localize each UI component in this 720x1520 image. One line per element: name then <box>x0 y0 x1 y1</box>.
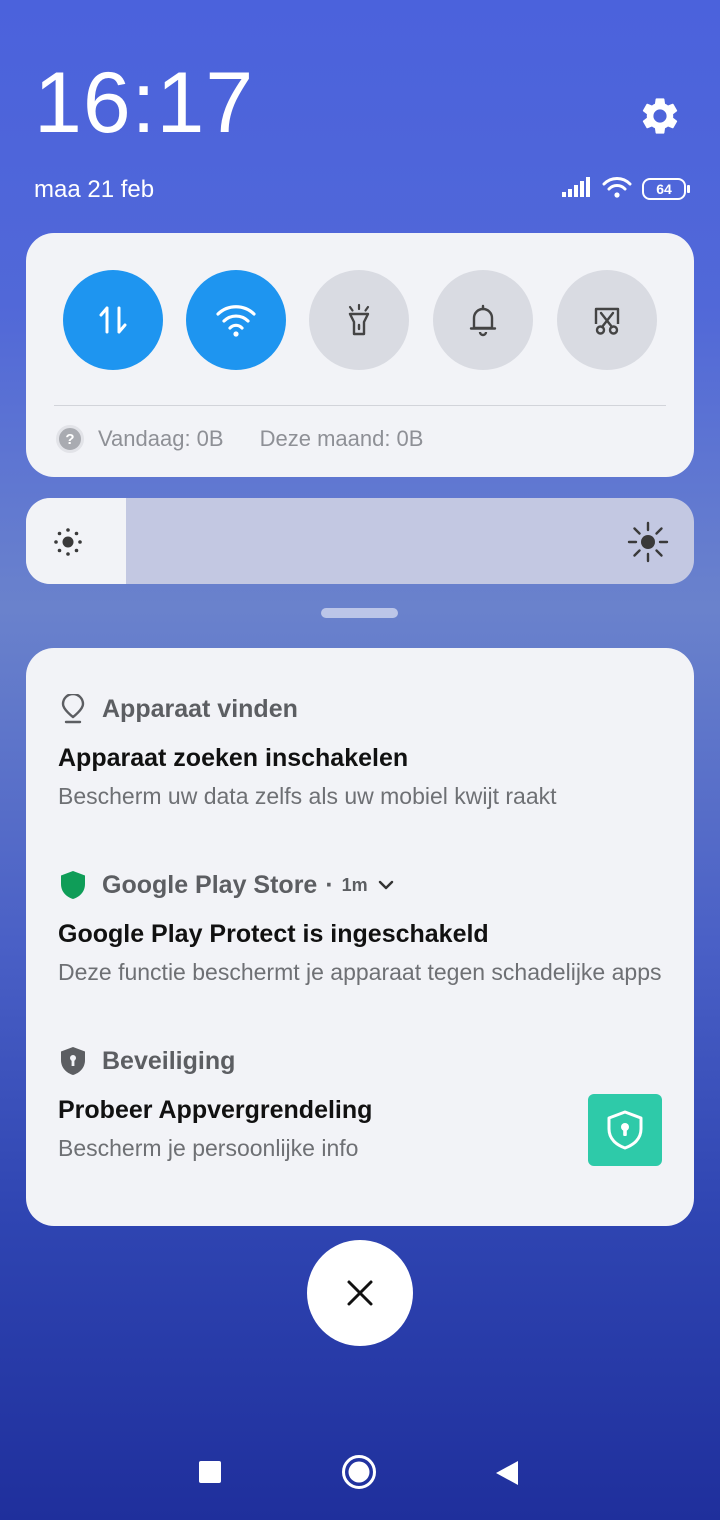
clear-notifications-button[interactable] <box>307 1240 413 1346</box>
notification-app-name: Google Play Store <box>102 870 318 899</box>
flashlight-toggle[interactable] <box>309 270 409 370</box>
recent-apps-button[interactable] <box>199 1461 221 1483</box>
notification-title: Apparaat zoeken inschakelen <box>58 744 409 772</box>
back-triangle-icon <box>496 1461 518 1485</box>
notification-security[interactable]: Beveiliging Probeer Appvergrendeling Bes… <box>58 1044 668 1162</box>
home-button[interactable] <box>341 1454 377 1490</box>
shield-icon <box>58 870 88 900</box>
date-label[interactable]: maa 21 feb <box>34 176 154 204</box>
notification-app-name: Beveiliging <box>102 1046 236 1075</box>
screenshot-toggle[interactable] <box>557 270 657 370</box>
bell-icon <box>469 304 497 337</box>
usage-month: Deze maand: 0B <box>259 426 424 451</box>
clock-time[interactable]: 16:17 <box>34 60 254 146</box>
notification-app-name: Apparaat vinden <box>102 694 298 723</box>
usage-today: Vandaag: 0B <box>98 426 224 451</box>
notification-list: Apparaat vinden Apparaat zoeken inschake… <box>26 648 694 1226</box>
notification-title: Probeer Appvergrendeling <box>58 1096 373 1124</box>
cell-signal-icon <box>562 176 592 202</box>
help-icon: ? <box>56 425 84 453</box>
home-circle-icon <box>342 1455 376 1489</box>
quick-settings-panel: ? Vandaag: 0B Deze maand: 0B <box>26 233 694 477</box>
brightness-high-icon <box>627 521 669 563</box>
notification-header: Apparaat vinden <box>58 692 668 726</box>
wifi-icon <box>216 305 256 337</box>
status-indicators: 64 <box>562 175 690 203</box>
notification-header: Beveiliging <box>58 1044 668 1078</box>
notification-age: 1m <box>341 874 368 895</box>
wifi-toggle[interactable] <box>186 270 286 370</box>
header-separator: · <box>325 870 334 899</box>
location-pin-icon <box>58 694 88 724</box>
notification-header: Google Play Store · 1m <box>58 868 668 902</box>
notification-play-protect[interactable]: Google Play Store · 1m Google Play Prote… <box>58 868 668 986</box>
brightness-slider[interactable] <box>26 498 694 584</box>
app-lock-thumbnail <box>588 1094 662 1166</box>
notification-title: Google Play Protect is ingeschakeld <box>58 920 489 948</box>
notification-body: Deze functie beschermt je apparaat tegen… <box>58 959 662 985</box>
mobile-data-toggle[interactable] <box>63 270 163 370</box>
security-shield-icon <box>58 1046 88 1076</box>
close-icon <box>347 1280 373 1306</box>
data-transfer-icon <box>99 306 127 334</box>
data-usage-row[interactable]: ? Vandaag: 0B Deze maand: 0B <box>56 425 423 453</box>
wifi-signal-icon <box>602 176 632 203</box>
notification-body: Bescherm uw data zelfs als uw mobiel kwi… <box>58 783 557 809</box>
quick-settings-divider <box>54 405 666 406</box>
ringer-toggle[interactable] <box>433 270 533 370</box>
battery-icon: 64 <box>642 178 690 200</box>
screenshot-scissors-icon <box>594 307 620 335</box>
panel-drag-handle[interactable] <box>321 608 398 618</box>
back-button[interactable] <box>494 1459 520 1487</box>
expand-chevron-icon[interactable] <box>378 879 394 891</box>
flashlight-icon <box>348 303 370 336</box>
settings-gear-icon[interactable] <box>638 94 682 138</box>
app-lock-shield-icon <box>607 1110 643 1150</box>
battery-level: 64 <box>656 181 672 197</box>
notification-body: Bescherm je persoonlijke info <box>58 1135 359 1161</box>
brightness-low-icon <box>54 528 82 556</box>
notification-find-device[interactable]: Apparaat vinden Apparaat zoeken inschake… <box>58 692 668 810</box>
